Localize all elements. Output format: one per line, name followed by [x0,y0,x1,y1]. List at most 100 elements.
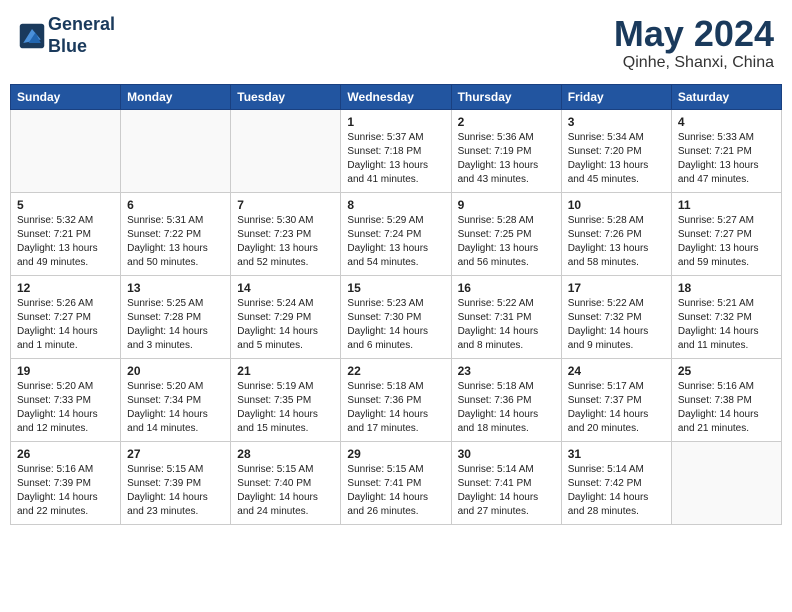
day-number: 21 [237,364,334,378]
weekday-header: Friday [561,84,671,109]
calendar-week-row: 26 Sunrise: 5:16 AMSunset: 7:39 PMDayligh… [11,441,782,524]
day-number: 30 [458,447,555,461]
day-number: 6 [127,198,224,212]
day-number: 27 [127,447,224,461]
cell-text: Sunrise: 5:22 AMSunset: 7:32 PMDaylight:… [568,297,665,353]
cell-text: Sunrise: 5:21 AMSunset: 7:32 PMDaylight:… [678,297,775,353]
calendar-week-row: 19 Sunrise: 5:20 AMSunset: 7:33 PMDayligh… [11,358,782,441]
day-number: 20 [127,364,224,378]
cell-text: Sunrise: 5:18 AMSunset: 7:36 PMDaylight:… [458,380,555,436]
day-number: 3 [568,115,665,129]
calendar-cell: 3 Sunrise: 5:34 AMSunset: 7:20 PMDaylight… [561,109,671,192]
weekday-header-row: SundayMondayTuesdayWednesdayThursdayFrid… [11,84,782,109]
cell-text: Sunrise: 5:14 AMSunset: 7:41 PMDaylight:… [458,463,555,519]
page-header: General Blue May 2024 Qinhe, Shanxi, Chi… [10,10,782,76]
cell-text: Sunrise: 5:36 AMSunset: 7:19 PMDaylight:… [458,131,555,187]
day-number: 19 [17,364,114,378]
calendar-week-row: 1Sunrise: 5:37 AMSunset: 7:18 PMDaylight… [11,109,782,192]
calendar-cell: 14 Sunrise: 5:24 AMSunset: 7:29 PMDayligh… [231,275,341,358]
calendar-cell: 19 Sunrise: 5:20 AMSunset: 7:33 PMDayligh… [11,358,121,441]
day-number: 16 [458,281,555,295]
cell-text: Sunrise: 5:23 AMSunset: 7:30 PMDaylight:… [347,297,444,353]
day-number: 17 [568,281,665,295]
cell-text: Sunrise: 5:30 AMSunset: 7:23 PMDaylight:… [237,214,334,270]
calendar-cell [11,109,121,192]
day-number: 15 [347,281,444,295]
calendar-cell: 8Sunrise: 5:29 AMSunset: 7:24 PMDaylight… [341,192,451,275]
calendar-cell [231,109,341,192]
day-number: 29 [347,447,444,461]
cell-text: Sunrise: 5:19 AMSunset: 7:35 PMDaylight:… [237,380,334,436]
title-area: May 2024 Qinhe, Shanxi, China [614,14,774,72]
cell-text: Sunrise: 5:37 AMSunset: 7:18 PMDaylight:… [347,131,444,187]
day-number: 31 [568,447,665,461]
calendar-cell: 4 Sunrise: 5:33 AMSunset: 7:21 PMDaylight… [671,109,781,192]
cell-text: Sunrise: 5:26 AMSunset: 7:27 PMDaylight:… [17,297,114,353]
calendar-cell: 5 Sunrise: 5:32 AMSunset: 7:21 PMDaylight… [11,192,121,275]
day-number: 2 [458,115,555,129]
day-number: 26 [17,447,114,461]
cell-text: Sunrise: 5:22 AMSunset: 7:31 PMDaylight:… [458,297,555,353]
day-number: 5 [17,198,114,212]
calendar-cell: 25Sunrise: 5:16 AMSunset: 7:38 PMDayligh… [671,358,781,441]
month-title: May 2024 [614,14,774,54]
logo: General Blue [18,14,115,57]
calendar-cell: 10Sunrise: 5:28 AMSunset: 7:26 PMDayligh… [561,192,671,275]
day-number: 12 [17,281,114,295]
calendar-cell: 27 Sunrise: 5:15 AMSunset: 7:39 PMDayligh… [121,441,231,524]
calendar-cell: 20 Sunrise: 5:20 AMSunset: 7:34 PMDayligh… [121,358,231,441]
calendar-cell [671,441,781,524]
cell-text: Sunrise: 5:14 AMSunset: 7:42 PMDaylight:… [568,463,665,519]
cell-text: Sunrise: 5:24 AMSunset: 7:29 PMDaylight:… [237,297,334,353]
logo-icon [18,22,46,50]
calendar-cell: 31 Sunrise: 5:14 AMSunset: 7:42 PMDayligh… [561,441,671,524]
calendar-cell: 11 Sunrise: 5:27 AMSunset: 7:27 PMDayligh… [671,192,781,275]
logo-line1: General [48,14,115,36]
calendar-cell: 1Sunrise: 5:37 AMSunset: 7:18 PMDaylight… [341,109,451,192]
weekday-header: Monday [121,84,231,109]
day-number: 10 [568,198,665,212]
calendar-cell: 16 Sunrise: 5:22 AMSunset: 7:31 PMDayligh… [451,275,561,358]
cell-text: Sunrise: 5:33 AMSunset: 7:21 PMDaylight:… [678,131,775,187]
calendar-cell: 26 Sunrise: 5:16 AMSunset: 7:39 PMDayligh… [11,441,121,524]
cell-text: Sunrise: 5:27 AMSunset: 7:27 PMDaylight:… [678,214,775,270]
calendar-cell: 30 Sunrise: 5:14 AMSunset: 7:41 PMDayligh… [451,441,561,524]
day-number: 22 [347,364,444,378]
cell-text: Sunrise: 5:15 AMSunset: 7:39 PMDaylight:… [127,463,224,519]
calendar-cell: 21 Sunrise: 5:19 AMSunset: 7:35 PMDayligh… [231,358,341,441]
calendar-week-row: 12 Sunrise: 5:26 AMSunset: 7:27 PMDayligh… [11,275,782,358]
day-number: 11 [678,198,775,212]
weekday-header: Sunday [11,84,121,109]
cell-text: Sunrise: 5:28 AMSunset: 7:25 PMDaylight:… [458,214,555,270]
day-number: 28 [237,447,334,461]
cell-text: Sunrise: 5:15 AMSunset: 7:41 PMDaylight:… [347,463,444,519]
calendar-cell: 22Sunrise: 5:18 AMSunset: 7:36 PMDayligh… [341,358,451,441]
calendar-cell: 15 Sunrise: 5:23 AMSunset: 7:30 PMDayligh… [341,275,451,358]
cell-text: Sunrise: 5:25 AMSunset: 7:28 PMDaylight:… [127,297,224,353]
day-number: 8 [347,198,444,212]
calendar-cell: 6 Sunrise: 5:31 AMSunset: 7:22 PMDaylight… [121,192,231,275]
cell-text: Sunrise: 5:31 AMSunset: 7:22 PMDaylight:… [127,214,224,270]
calendar-week-row: 5 Sunrise: 5:32 AMSunset: 7:21 PMDaylight… [11,192,782,275]
calendar-cell: 23Sunrise: 5:18 AMSunset: 7:36 PMDayligh… [451,358,561,441]
calendar-cell: 13Sunrise: 5:25 AMSunset: 7:28 PMDayligh… [121,275,231,358]
weekday-header: Saturday [671,84,781,109]
cell-text: Sunrise: 5:20 AMSunset: 7:34 PMDaylight:… [127,380,224,436]
weekday-header: Thursday [451,84,561,109]
calendar-cell: 18Sunrise: 5:21 AMSunset: 7:32 PMDayligh… [671,275,781,358]
logo-line2: Blue [48,36,115,58]
cell-text: Sunrise: 5:32 AMSunset: 7:21 PMDaylight:… [17,214,114,270]
calendar-cell: 9Sunrise: 5:28 AMSunset: 7:25 PMDaylight… [451,192,561,275]
day-number: 24 [568,364,665,378]
calendar-cell: 2 Sunrise: 5:36 AMSunset: 7:19 PMDaylight… [451,109,561,192]
cell-text: Sunrise: 5:34 AMSunset: 7:20 PMDaylight:… [568,131,665,187]
calendar-cell: 12 Sunrise: 5:26 AMSunset: 7:27 PMDayligh… [11,275,121,358]
calendar-cell: 24Sunrise: 5:17 AMSunset: 7:37 PMDayligh… [561,358,671,441]
day-number: 4 [678,115,775,129]
calendar-cell [121,109,231,192]
day-number: 14 [237,281,334,295]
calendar-table: SundayMondayTuesdayWednesdayThursdayFrid… [10,84,782,525]
cell-text: Sunrise: 5:16 AMSunset: 7:39 PMDaylight:… [17,463,114,519]
calendar-cell: 28Sunrise: 5:15 AMSunset: 7:40 PMDayligh… [231,441,341,524]
cell-text: Sunrise: 5:20 AMSunset: 7:33 PMDaylight:… [17,380,114,436]
